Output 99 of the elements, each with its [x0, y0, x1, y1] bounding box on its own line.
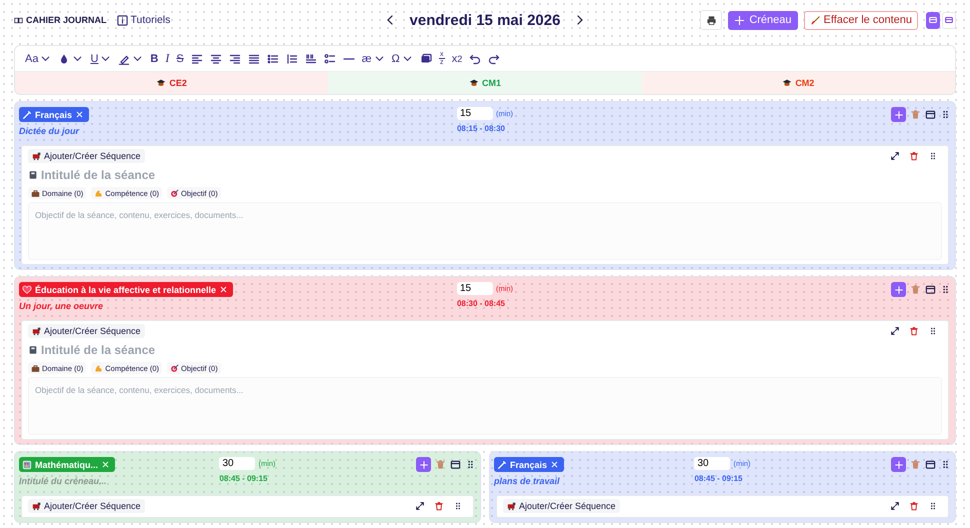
abacus-icon	[22, 460, 32, 470]
pencil-icon	[497, 460, 507, 470]
trash-icon[interactable]	[909, 501, 919, 511]
briefcase-icon	[31, 364, 40, 372]
sequence-button[interactable]: Ajouter/Créer Séquence	[28, 499, 145, 513]
tutorials-link[interactable]: Tutoriels	[116, 14, 170, 26]
quote-icon[interactable]	[304, 52, 317, 64]
level-label: CM1	[482, 78, 501, 88]
grip-icon[interactable]	[928, 501, 938, 511]
plus-icon	[894, 460, 904, 470]
add-button[interactable]	[416, 457, 431, 472]
trash-icon[interactable]	[434, 501, 444, 511]
content-field[interactable]: Objectif de la séance, contenu, exercices, documents...	[28, 377, 942, 435]
calendar-icon[interactable]	[450, 459, 461, 470]
plus-icon	[894, 110, 904, 120]
format-button[interactable]: B	[150, 50, 158, 66]
level-label: CM2	[795, 78, 814, 88]
close-icon[interactable]	[550, 460, 560, 469]
duration-field[interactable]: 30	[694, 457, 730, 470]
add-button[interactable]	[891, 457, 906, 472]
time-range: 08:45 - 09:15	[219, 474, 268, 483]
calendar-icon[interactable]	[925, 459, 936, 470]
trash-icon[interactable]	[909, 326, 919, 336]
numbers-icon[interactable]	[286, 52, 298, 64]
graduation-cap-icon	[468, 78, 479, 88]
expand-icon[interactable]	[890, 501, 900, 511]
sequence-button[interactable]: Ajouter/Créer Séquence	[28, 324, 145, 338]
subject-tag[interactable]: Français	[494, 457, 564, 472]
time-range: 08:45 - 09:15	[694, 474, 742, 483]
trash-icon[interactable]	[909, 151, 919, 161]
plus-icon	[418, 460, 428, 470]
plus-icon	[734, 14, 746, 26]
pencil-icon	[22, 110, 32, 120]
duration-field[interactable]: 30	[219, 457, 256, 470]
slot-title-field[interactable]: Intitulé du créneau...	[19, 476, 139, 486]
expand-icon[interactable]	[415, 501, 425, 511]
alignleft-icon[interactable]	[190, 52, 203, 64]
checklist-icon[interactable]	[324, 52, 336, 64]
target-icon	[170, 364, 180, 372]
print-button[interactable]	[700, 10, 722, 30]
target-icon	[170, 188, 180, 198]
alignright-icon[interactable]	[228, 52, 241, 64]
level-label: CE2	[169, 78, 187, 88]
layout-icon	[944, 15, 954, 25]
add-button[interactable]	[891, 107, 906, 122]
subject-tag[interactable]: Français	[19, 107, 90, 122]
app-title: CAHIER JOURNAL	[26, 15, 107, 25]
bullets-icon[interactable]	[266, 52, 279, 64]
format-button[interactable]: S	[176, 50, 184, 66]
level-tab[interactable]: CE2	[15, 72, 328, 94]
calendar-icon[interactable]	[925, 109, 936, 120]
format-button[interactable]: Aa	[25, 50, 38, 66]
format-button[interactable]: I	[165, 50, 170, 66]
sequence-button[interactable]: Ajouter/Créer Séquence	[503, 499, 620, 513]
grip-icon[interactable]	[453, 501, 463, 511]
clear-content-button[interactable]: Effacer le contenu	[804, 10, 918, 30]
format-button[interactable]: Ω	[392, 50, 400, 66]
subject-tag[interactable]: Éducation à la vie affective et relationnelle	[19, 282, 234, 297]
graduation-cap-icon	[782, 78, 792, 88]
plus-icon	[894, 284, 904, 294]
calendar-icon[interactable]	[925, 284, 936, 295]
close-icon[interactable]	[101, 460, 110, 469]
expand-icon[interactable]	[890, 151, 900, 161]
grip-icon[interactable]	[928, 151, 938, 161]
add-button[interactable]	[891, 282, 906, 297]
date-title: vendredi 15 mai 2026	[410, 12, 560, 28]
graduation-cap-icon	[156, 78, 166, 88]
notebook-icon	[28, 170, 38, 180]
slot-title: Dictée du jour	[19, 126, 80, 136]
close-icon[interactable]	[219, 285, 228, 294]
duration-field[interactable]: 15	[456, 282, 493, 295]
image-icon[interactable]	[420, 52, 432, 64]
view-toggle[interactable]	[926, 12, 940, 28]
time-range: 08:30 - 08:45	[456, 299, 505, 308]
level-tab[interactable]: CM2	[642, 72, 955, 94]
redo-icon[interactable]	[488, 52, 500, 64]
format-button[interactable]: æ	[362, 50, 372, 66]
heart-icon	[22, 284, 32, 294]
duration-field[interactable]: 15	[456, 107, 493, 120]
printer-icon	[706, 14, 717, 26]
info-icon	[116, 14, 128, 26]
add-slot-button[interactable]: Créneau	[728, 10, 798, 30]
brush-icon	[810, 14, 821, 26]
justify-icon[interactable]	[248, 52, 260, 64]
slot-title: plans de travail	[494, 476, 560, 486]
format-button[interactable]: U	[90, 50, 98, 66]
undo-icon[interactable]	[469, 52, 482, 64]
slot-title: Un jour, une oeuvre	[19, 301, 104, 311]
close-icon[interactable]	[75, 110, 84, 119]
sequence-button[interactable]: Ajouter/Créer Séquence	[28, 149, 145, 163]
time-range: 08:15 - 08:30	[456, 124, 505, 133]
book-icon	[14, 16, 23, 24]
layout-icon	[928, 15, 938, 25]
content-field[interactable]: Objectif de la séance, contenu, exercices, documents...	[28, 202, 942, 260]
expand-icon[interactable]	[890, 326, 900, 336]
aligncenter-icon[interactable]	[210, 52, 222, 64]
notebook-icon	[28, 345, 38, 355]
briefcase-icon	[31, 188, 40, 198]
grip-icon[interactable]	[928, 326, 938, 336]
